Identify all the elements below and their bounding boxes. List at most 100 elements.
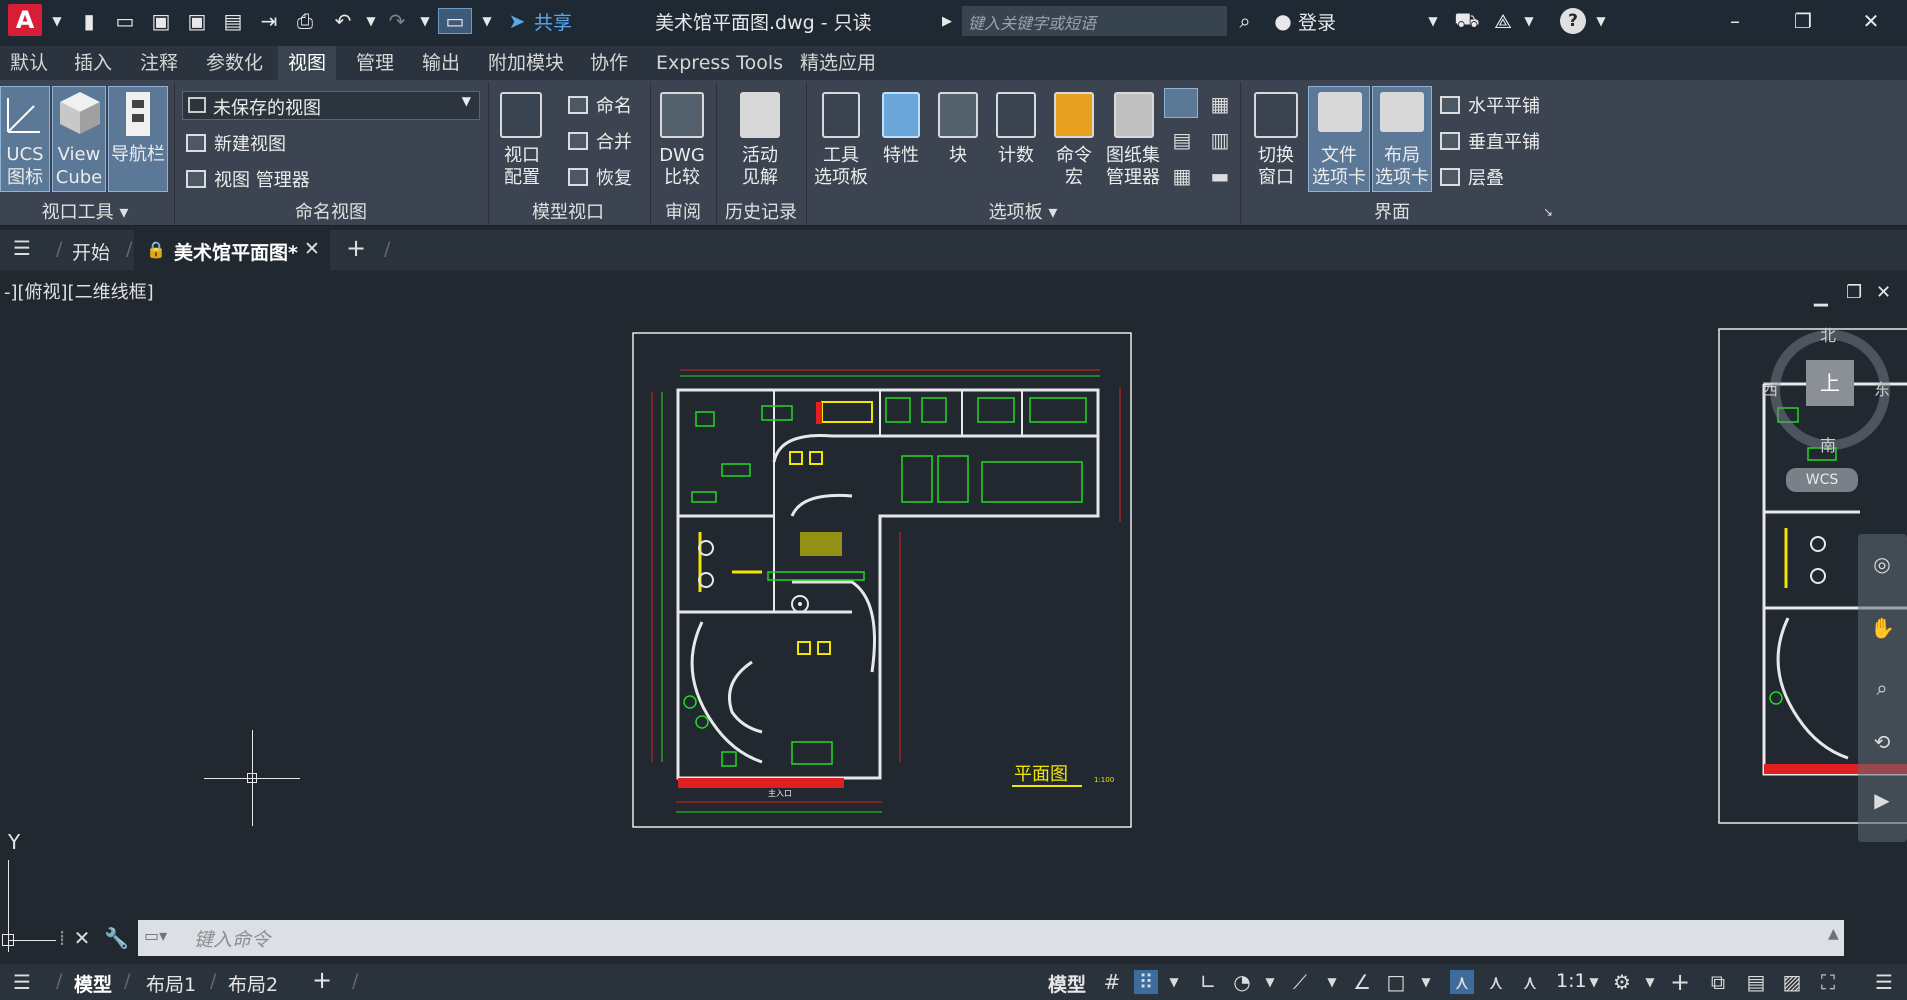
qa-customize-icon[interactable]: ▼ — [474, 8, 500, 34]
viewport-restore-icon[interactable]: ❐ — [1846, 282, 1862, 303]
switch-window-label-2[interactable]: 窗口 — [1248, 166, 1304, 189]
graphics-performance-icon[interactable]: ▨ — [1780, 970, 1804, 994]
annotation-monitor-icon[interactable]: + — [1668, 970, 1692, 994]
palette-small-2-icon[interactable]: ▦ — [1208, 92, 1232, 116]
palette-small-1[interactable] — [1164, 88, 1198, 118]
user-icon[interactable]: ● — [1270, 8, 1296, 34]
polar-icon[interactable]: ◔ — [1230, 970, 1254, 994]
a360-dropdown-icon[interactable]: ▼ — [1516, 8, 1542, 34]
sheetset-icon[interactable] — [1114, 92, 1154, 138]
file-menu-icon[interactable]: ☰ — [10, 236, 34, 260]
command-input[interactable]: 键入命令 — [138, 920, 1844, 956]
help-icon[interactable]: ? — [1560, 8, 1586, 34]
compass-south[interactable]: 南 — [1820, 432, 1836, 456]
orbit-icon[interactable]: ⟲ — [1870, 730, 1894, 754]
activity-insights-icon[interactable] — [740, 92, 780, 138]
quick-properties-icon[interactable]: ▤ — [1744, 970, 1768, 994]
viewport-minimize-icon[interactable]: ▁ — [1814, 286, 1828, 307]
autodesk-a360-icon[interactable]: ⟁ — [1490, 8, 1516, 34]
tab-featured-apps[interactable]: 精选应用 — [790, 46, 886, 80]
share-button[interactable]: 共享 — [534, 8, 572, 35]
annotation-scale-icon[interactable]: ⋏ — [1518, 970, 1542, 994]
drawing-canvas[interactable]: -][俯视][二维线框] ▁ ❐ ✕ 平面图 1:100 主入口 上 北 南 西… — [0, 272, 1907, 952]
macro-icon[interactable] — [1054, 92, 1094, 138]
palette-small-6-icon[interactable]: ▬ — [1208, 164, 1232, 188]
viewcube-top-face[interactable]: 上 — [1806, 360, 1854, 406]
save-icon[interactable]: ▣ — [148, 8, 174, 34]
cmdline-history-icon[interactable]: ▲ — [1828, 926, 1839, 942]
compass-west[interactable]: 西 — [1762, 376, 1778, 400]
tab-addins[interactable]: 附加模块 — [478, 46, 574, 80]
recent-commands-icon[interactable]: ▭▾ — [144, 926, 184, 950]
cmdline-customize-icon[interactable]: 🔧 — [104, 926, 129, 950]
save-web-icon[interactable]: ⇥ — [256, 8, 282, 34]
workspace-gear-icon[interactable]: ⚙ — [1610, 970, 1634, 994]
compass-east[interactable]: 东 — [1874, 376, 1890, 400]
scale-dropdown-icon[interactable]: ▼ — [1582, 970, 1606, 994]
cart-icon[interactable]: ⛟ — [1454, 8, 1480, 34]
tile-vertical-button[interactable]: 垂直平铺 — [1440, 128, 1540, 154]
object-track-icon[interactable]: ∠ — [1350, 970, 1374, 994]
cascade-button[interactable]: 层叠 — [1440, 164, 1504, 190]
redo-icon[interactable]: ↷ — [384, 8, 410, 34]
tile-horizontal-button[interactable]: 水平平铺 — [1440, 92, 1540, 118]
help-dropdown-icon[interactable]: ▼ — [1588, 8, 1614, 34]
tab-parametric[interactable]: 参数化 — [196, 46, 273, 80]
new-tab-icon[interactable]: + — [346, 234, 366, 262]
new-file-icon[interactable]: ▮ — [76, 8, 102, 34]
compass-north[interactable]: 北 — [1820, 322, 1836, 346]
palette-small-3-icon[interactable]: ▤ — [1170, 128, 1194, 152]
search-icon[interactable]: ⌕ — [1232, 8, 1258, 34]
close-tab-icon[interactable]: ✕ — [304, 238, 320, 260]
osnap-icon[interactable]: □ — [1384, 970, 1408, 994]
zoom-icon[interactable]: ⌕ — [1870, 676, 1894, 700]
new-layout-icon[interactable]: + — [312, 966, 332, 994]
panel-title-viewport-tools[interactable]: 视口工具 ▾ — [0, 198, 170, 224]
customization-menu-icon[interactable]: ☰ — [1872, 970, 1896, 994]
viewport-close-icon[interactable]: ✕ — [1876, 282, 1891, 303]
steering-wheel-icon[interactable]: ◎ — [1870, 552, 1894, 576]
undo-icon[interactable]: ↶ — [330, 8, 356, 34]
units-icon[interactable]: ⧉ — [1706, 970, 1730, 994]
tab-view[interactable]: 视图 — [278, 46, 337, 80]
app-menu-arrow-icon[interactable]: ▼ — [44, 8, 70, 34]
palette-small-5-icon[interactable]: ▦ — [1170, 164, 1194, 188]
palette-small-4-icon[interactable]: ▥ — [1208, 128, 1232, 152]
tab-output[interactable]: 输出 — [412, 46, 470, 80]
floor-plan-drawing[interactable]: 平面图 1:100 主入口 — [632, 332, 1132, 828]
switch-window-icon[interactable] — [1254, 92, 1298, 138]
model-tab[interactable]: 模型 — [74, 970, 112, 997]
showmotion-icon[interactable]: ▶ — [1870, 788, 1894, 812]
ortho-icon[interactable]: ∟ — [1196, 970, 1220, 994]
viewport-name-button[interactable]: 命名 — [568, 92, 632, 118]
wcs-menu[interactable]: WCS — [1786, 468, 1858, 492]
properties-icon[interactable] — [882, 92, 920, 138]
open-web-icon[interactable]: ▤ — [220, 8, 246, 34]
auto-scale-icon[interactable]: ⋏ — [1484, 970, 1508, 994]
tab-default[interactable]: 默认 — [0, 46, 58, 80]
polar-dropdown-icon[interactable]: ▼ — [1258, 970, 1282, 994]
isodraft-icon[interactable]: ⟋ — [1288, 970, 1312, 994]
viewport-config-label-2[interactable]: 配置 — [494, 166, 550, 189]
close-icon[interactable]: ✕ — [1858, 8, 1884, 34]
redo-dropdown-icon[interactable]: ▼ — [412, 8, 438, 34]
plot-icon[interactable]: ⎙ — [292, 8, 318, 34]
share-icon[interactable]: ➤ — [504, 8, 530, 34]
restore-icon[interactable]: ❐ — [1790, 8, 1816, 34]
panel-launcher-icon[interactable]: ↘ — [1536, 200, 1560, 224]
tab-collaborate[interactable]: 协作 — [580, 46, 638, 80]
layout-menu-icon[interactable]: ☰ — [10, 970, 34, 994]
isodraft-dropdown-icon[interactable]: ▼ — [1320, 970, 1344, 994]
grid-icon[interactable]: # — [1100, 970, 1124, 994]
dwg-compare-icon[interactable] — [660, 92, 704, 138]
tab-insert[interactable]: 插入 — [64, 46, 122, 80]
open-file-icon[interactable]: ▭ — [112, 8, 138, 34]
named-view-select[interactable]: 未保存的视图 ▼ — [182, 91, 480, 120]
tool-palette-icon[interactable] — [822, 92, 860, 138]
pan-icon[interactable]: ✋ — [1870, 616, 1895, 640]
workspace-dropdown-icon[interactable]: ▼ — [1638, 970, 1662, 994]
viewport-label[interactable]: -][俯视][二维线框] — [4, 278, 154, 304]
tab-manage[interactable]: 管理 — [346, 46, 404, 80]
search-expand-icon[interactable]: ▶ — [934, 8, 960, 34]
tab-express-tools[interactable]: Express Tools — [646, 46, 793, 80]
